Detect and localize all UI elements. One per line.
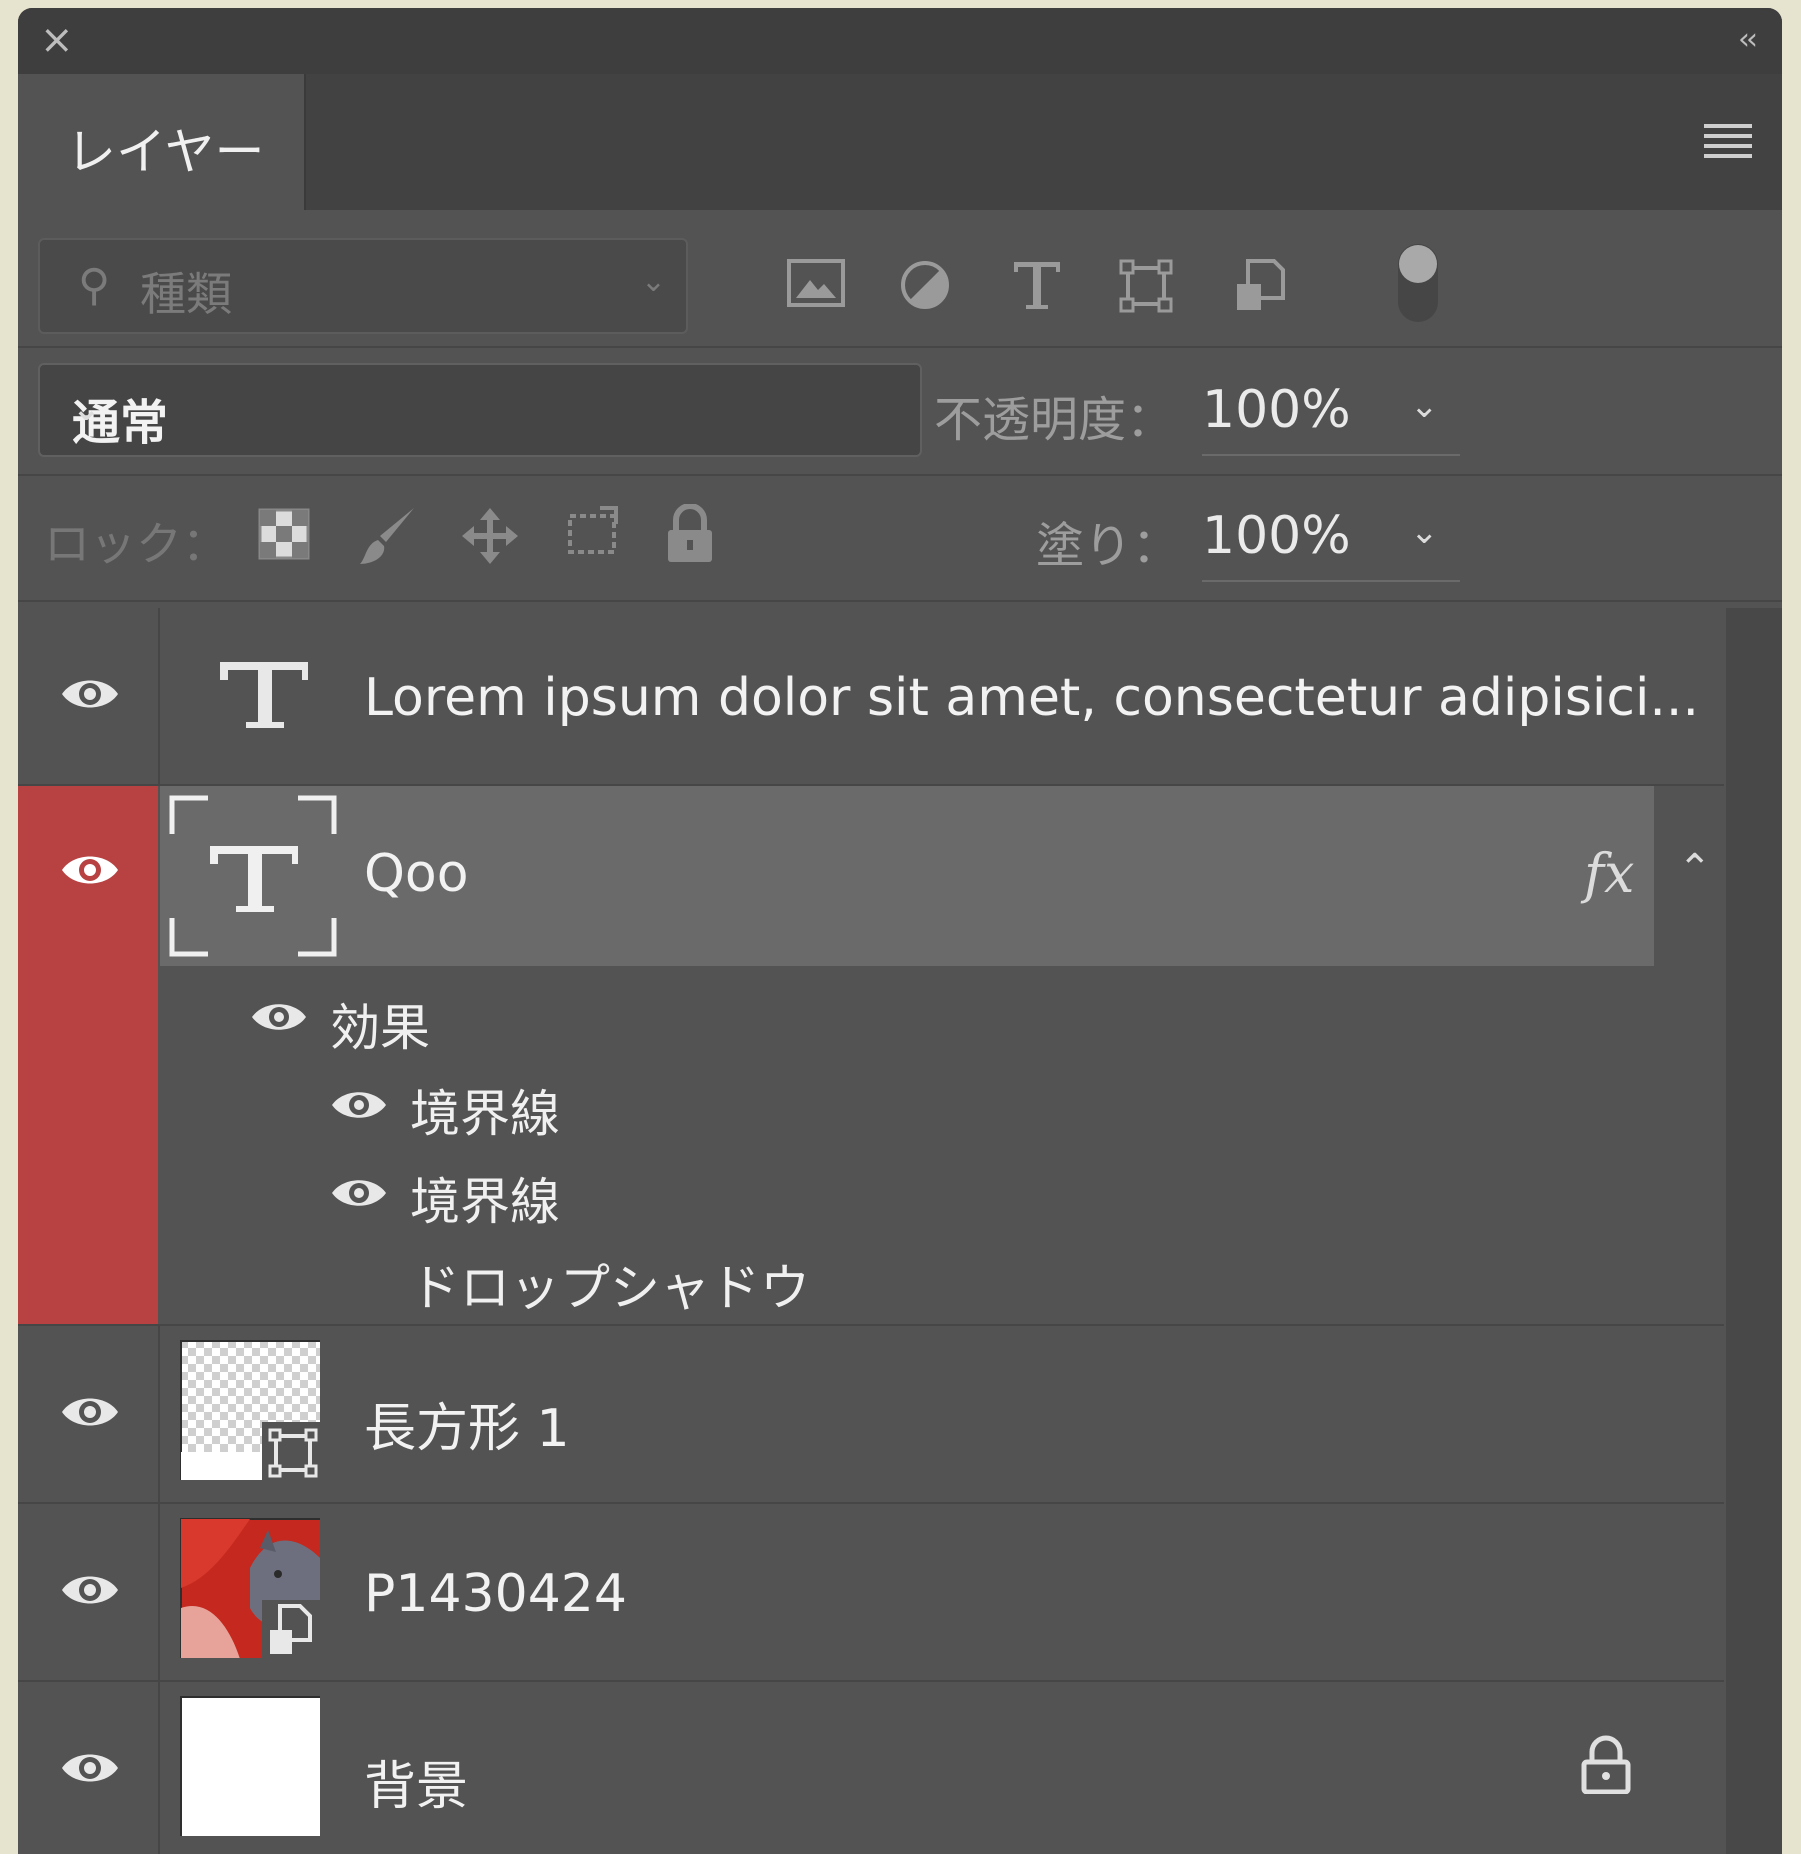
visibility-eye-icon[interactable] [60, 850, 120, 890]
opacity-label: 不透明度： [934, 392, 1175, 448]
visibility-eye-icon[interactable] [250, 998, 308, 1036]
tab-layers-label: レイヤー [66, 123, 265, 181]
lock-transparent-pixels-icon[interactable] [258, 508, 310, 560]
chevron-down-icon: ⌄ [72, 389, 101, 429]
visibility-eye-icon[interactable] [330, 1174, 388, 1212]
visibility-eye-icon[interactable] [60, 674, 120, 714]
layer-name[interactable]: Qoo [364, 844, 469, 904]
panel-tabbar: レイヤー [18, 74, 1782, 210]
text-layer-thumb-icon [220, 662, 308, 728]
effect-item-stroke[interactable]: 境界線 [410, 1074, 560, 1146]
collapse-effects-chevron-icon[interactable]: ⌃ [1678, 846, 1712, 892]
filter-toggle-switch[interactable] [1398, 244, 1438, 322]
photo-layer-thumbnail [180, 1518, 320, 1658]
layers-scrollbar[interactable] [1726, 608, 1782, 1854]
effects-label[interactable]: 効果 [330, 988, 430, 1060]
search-icon: ⚲ [78, 260, 111, 311]
lock-all-icon[interactable] [664, 504, 716, 564]
visibility-eye-icon[interactable] [330, 1086, 388, 1124]
panel-titlebar: × ‹‹ [18, 8, 1782, 74]
layer-name[interactable]: 背景 [364, 1744, 468, 1819]
shape-filter-icon[interactable] [1118, 258, 1174, 314]
layer-name[interactable]: P1430424 [364, 1564, 627, 1624]
lock-position-icon[interactable] [458, 504, 522, 568]
chevron-down-icon: ⌄ [640, 264, 666, 299]
layer-row-text-qoo[interactable]: Qoo fx ⌃ 効果 境界線 境界線 ドロップシャドウ [18, 786, 1724, 1324]
lock-label: ロック： [44, 517, 228, 571]
panel-menu-icon[interactable] [1704, 124, 1752, 164]
layer-filter-select[interactable]: ⚲ 種類 ⌄ [38, 238, 688, 334]
layer-row-text-lorem[interactable]: Lorem ipsum dolor sit amet, consectetur … [18, 608, 1724, 784]
type-filter-icon[interactable] [1010, 258, 1064, 312]
adjustment-filter-icon[interactable] [898, 258, 952, 312]
effect-item-drop-shadow[interactable]: ドロップシャドウ [410, 1248, 810, 1320]
layer-row-shape[interactable]: 長方形 1 [18, 1326, 1724, 1502]
lock-image-pixels-icon[interactable] [356, 504, 420, 568]
layer-effects-fx-icon[interactable]: fx [1584, 842, 1634, 905]
fill-chevron-icon[interactable]: ⌄ [1410, 512, 1439, 552]
visibility-eye-icon[interactable] [60, 1392, 120, 1432]
lock-artboard-icon[interactable] [560, 504, 624, 564]
visibility-eye-icon[interactable] [60, 1570, 120, 1610]
shape-layer-thumbnail [180, 1340, 320, 1480]
blend-mode-select[interactable]: 通常 ⌄ [38, 363, 922, 457]
filter-kind-label: 種類 [140, 267, 232, 321]
layer-name[interactable]: Lorem ipsum dolor sit amet, consectetur … [364, 668, 1699, 728]
close-icon[interactable]: × [40, 20, 74, 60]
smart-object-filter-icon[interactable] [1234, 258, 1286, 314]
image-filter-icon[interactable] [786, 258, 846, 308]
layer-name[interactable]: 長方形 1 [364, 1386, 570, 1461]
text-layer-thumb-icon [169, 795, 337, 957]
effect-item-stroke[interactable]: 境界線 [410, 1162, 560, 1234]
opacity-chevron-icon[interactable]: ⌄ [1410, 386, 1439, 426]
layer-row-smart-object[interactable]: P1430424 [18, 1504, 1724, 1680]
fill-value[interactable]: 100% [1202, 506, 1351, 566]
visibility-eye-icon[interactable] [60, 1748, 120, 1788]
opacity-value[interactable]: 100% [1202, 380, 1351, 440]
layers-panel: × ‹‹ レイヤー ⚲ 種類 ⌄ 通常 ⌄ 不透明度： 100% ⌄ ロック： … [18, 8, 1782, 1854]
layer-row-background[interactable]: 背景 [18, 1682, 1724, 1854]
tab-layers[interactable]: レイヤー [18, 74, 306, 210]
lock-icon[interactable] [1580, 1734, 1632, 1794]
fill-label: 塗り： [1036, 518, 1181, 574]
background-layer-thumbnail [180, 1696, 320, 1836]
collapse-icon[interactable]: ‹‹ [1738, 22, 1758, 57]
